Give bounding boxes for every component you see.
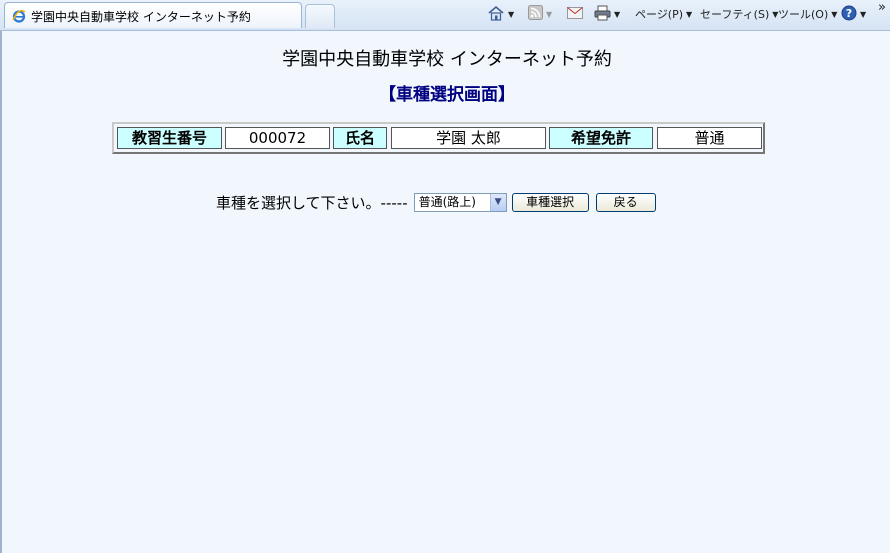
page-menu[interactable]: ページ(P) ▼ (635, 4, 692, 24)
help-button[interactable]: ? ▼ (841, 4, 866, 24)
svg-text:?: ? (846, 7, 852, 20)
chevron-down-icon: ▼ (860, 9, 867, 19)
car-type-selection-row: 車種を選択して下さい。----- 普通(路上) ▼ 車種選択 戻る (216, 191, 656, 213)
help-icon: ? (841, 5, 857, 24)
chevron-down-icon: ▼ (831, 9, 838, 19)
toolbar-overflow-icon[interactable]: » (878, 0, 886, 15)
name-label: 氏名 (333, 127, 387, 149)
printer-icon (594, 5, 611, 24)
student-number-value: 000072 (225, 127, 330, 149)
back-button[interactable]: 戻る (595, 192, 656, 212)
select-car-type-button[interactable]: 車種選択 (511, 192, 589, 212)
chevron-down-icon[interactable]: ▼ (489, 193, 506, 211)
browser-tab-active[interactable]: 学園中央自動車学校 インターネット予約 (4, 2, 302, 28)
page-content: 学園中央自動車学校 インターネット予約 【車種選択画面】 教習生番号 00007… (0, 31, 890, 553)
browser-toolbar: 学園中央自動車学校 インターネット予約 ▼ ▼ ▼ ページ(P) ▼ セーフティ… (0, 0, 890, 31)
screen-title: 【車種選択画面】 (379, 85, 515, 105)
safety-menu[interactable]: セーフティ(S) ▼ (700, 4, 778, 24)
page-title: 学園中央自動車学校 インターネット予約 (282, 49, 612, 70)
safety-menu-label: セーフティ(S) (700, 8, 770, 21)
chevron-down-icon: ▼ (686, 9, 693, 19)
student-info-table: 教習生番号 000072 氏名 学園 太郎 希望免許 普通 (112, 122, 765, 154)
read-mail-button[interactable] (567, 4, 583, 24)
print-button[interactable]: ▼ (594, 4, 620, 24)
car-type-select[interactable]: 普通(路上) ▼ (413, 192, 507, 212)
ie-logo-icon (12, 8, 26, 23)
new-tab-button[interactable] (305, 4, 335, 28)
page-menu-label: ページ(P) (635, 8, 683, 21)
chevron-down-icon: ▼ (614, 9, 621, 19)
chevron-down-icon: ▼ (508, 9, 515, 19)
home-icon (487, 5, 505, 24)
name-value: 学園 太郎 (391, 127, 546, 149)
rss-feed-icon (528, 5, 543, 23)
select-prompt: 車種を選択して下さい。----- (216, 193, 408, 212)
tools-menu[interactable]: ツール(O) ▼ (778, 4, 837, 24)
tab-title: 学園中央自動車学校 インターネット予約 (31, 10, 251, 24)
feeds-button[interactable]: ▼ (528, 4, 552, 24)
home-button[interactable]: ▼ (487, 4, 514, 24)
license-label: 希望免許 (549, 127, 653, 149)
student-number-label: 教習生番号 (117, 127, 222, 149)
license-value: 普通 (657, 127, 762, 149)
chevron-down-icon: ▼ (546, 9, 553, 19)
car-type-selected-value: 普通(路上) (418, 194, 476, 209)
tools-menu-label: ツール(O) (778, 8, 829, 21)
mail-icon (567, 6, 583, 22)
